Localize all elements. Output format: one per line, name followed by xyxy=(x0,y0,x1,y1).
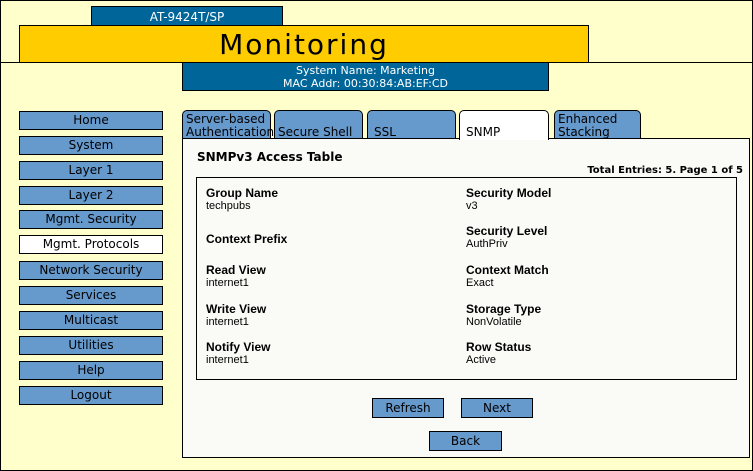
field-read-view: Read View internet1 xyxy=(206,263,446,289)
field-value: AuthPriv xyxy=(466,238,508,250)
sidebar-item-mgmt-security[interactable]: Mgmt. Security xyxy=(19,210,163,229)
sidebar-item-services[interactable]: Services xyxy=(19,286,163,305)
sidebar-item-logout[interactable]: Logout xyxy=(19,386,163,405)
page-title: Monitoring xyxy=(19,25,589,63)
sidebar-item-system[interactable]: System xyxy=(19,136,163,155)
field-label: Notify View xyxy=(206,340,271,354)
field-row-status: Row Status Active xyxy=(466,340,706,366)
tab-server-based-authentication[interactable]: Server-based Authentication xyxy=(182,110,274,139)
field-label: Write View xyxy=(206,302,267,316)
field-security-model: Security Model v3 xyxy=(466,186,706,212)
field-value: Exact xyxy=(466,277,494,289)
field-storage-type: Storage Type NonVolatile xyxy=(466,302,706,328)
field-write-view: Write View internet1 xyxy=(206,302,446,328)
panel-title: SNMPv3 Access Table xyxy=(197,150,343,164)
field-label: Group Name xyxy=(206,186,279,200)
back-button[interactable]: Back xyxy=(429,431,502,451)
sidebar-item-multicast[interactable]: Multicast xyxy=(19,311,163,330)
sidebar-item-help[interactable]: Help xyxy=(19,361,163,380)
field-label: Read View xyxy=(206,263,266,277)
field-value: Active xyxy=(466,354,496,366)
sidebar-item-layer2[interactable]: Layer 2 xyxy=(19,186,163,205)
field-value: internet1 xyxy=(206,277,249,289)
sidebar-item-home[interactable]: Home xyxy=(19,111,163,130)
next-button[interactable]: Next xyxy=(461,398,533,418)
field-notify-view: Notify View internet1 xyxy=(206,340,446,366)
sidebar-item-utilities[interactable]: Utilities xyxy=(19,336,163,355)
field-label: Security Level xyxy=(466,224,548,238)
field-security-level: Security Level AuthPriv xyxy=(466,224,706,250)
refresh-button[interactable]: Refresh xyxy=(372,398,444,418)
field-label: Security Model xyxy=(466,186,552,200)
tab-snmp[interactable]: SNMP xyxy=(459,110,549,140)
sidebar-item-mgmt-protocols[interactable]: Mgmt. Protocols xyxy=(19,235,163,254)
field-context-prefix: Context Prefix xyxy=(206,232,446,246)
field-context-match: Context Match Exact xyxy=(466,263,706,289)
field-value: NonVolatile xyxy=(466,316,522,328)
field-group-name: Group Name techpubs xyxy=(206,186,446,212)
field-value: internet1 xyxy=(206,354,249,366)
field-value: v3 xyxy=(466,200,478,212)
field-label: Context Match xyxy=(466,263,549,277)
field-value: techpubs xyxy=(206,200,251,212)
tab-ssl[interactable]: SSL xyxy=(367,110,456,139)
system-name: System Name: Marketing xyxy=(296,64,435,77)
snmp-panel: SNMPv3 Access Table Total Entries: 5. Pa… xyxy=(182,138,750,458)
field-label: Context Prefix xyxy=(206,232,288,246)
tab-enhanced-stacking[interactable]: Enhanced Stacking xyxy=(554,110,641,139)
system-info: System Name: Marketing MAC Addr: 00:30:8… xyxy=(182,62,549,91)
total-entries: Total Entries: 5. Page 1 of 5 xyxy=(587,165,743,176)
field-value: internet1 xyxy=(206,316,249,328)
access-table: Group Name techpubs Security Model v3 Cont… xyxy=(196,177,737,380)
field-label: Storage Type xyxy=(466,302,542,316)
sidebar-item-layer1[interactable]: Layer 1 xyxy=(19,161,163,180)
mac-address: MAC Addr: 00:30:84:AB:EF:CD xyxy=(283,77,448,90)
device-model: AT-9424T/SP xyxy=(91,6,283,26)
sidebar-item-network-security[interactable]: Network Security xyxy=(19,261,163,280)
field-label: Row Status xyxy=(466,340,532,354)
tab-secure-shell[interactable]: Secure Shell xyxy=(274,110,363,139)
